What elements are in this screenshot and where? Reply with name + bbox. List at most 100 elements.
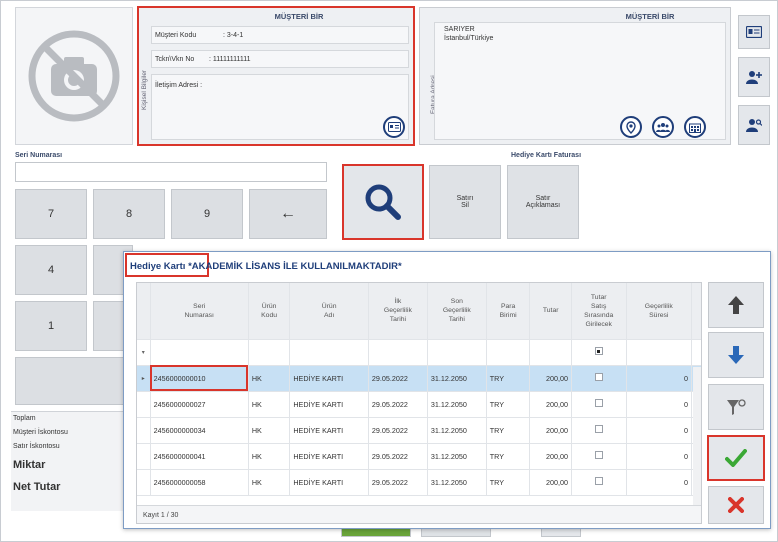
move-down-button[interactable] (708, 332, 764, 378)
line-note-button[interactable]: Satır Açıklaması (507, 165, 579, 239)
table-row[interactable]: ▸ 2456000000010 HK HEDİYE KARTI 29.05.20… (137, 365, 701, 392)
name-cell[interactable]: HEDİYE KARTI (289, 365, 369, 392)
name-cell[interactable]: HEDİYE KARTI (289, 469, 369, 496)
code-cell[interactable]: HK (248, 391, 291, 418)
customer-tax-value: : 11111111111 (209, 56, 251, 63)
filter-icon (727, 399, 746, 415)
key-blank-c[interactable] (15, 357, 133, 405)
filter-button[interactable] (708, 384, 764, 430)
serial-cell[interactable]: 2456000000027 (150, 391, 249, 418)
currency-cell[interactable]: TRY (486, 391, 531, 418)
serial-cell[interactable]: 2456000000034 (150, 417, 249, 444)
move-up-button[interactable] (708, 282, 764, 328)
end-cell[interactable]: 31.12.2050 (427, 365, 487, 392)
serial-label: Seri Numarası (15, 152, 63, 159)
add-customer-button[interactable] (738, 57, 770, 97)
currency-cell[interactable]: TRY (486, 469, 531, 496)
name-cell[interactable]: HEDİYE KARTI (289, 417, 369, 444)
amount-cell[interactable]: 200,00 (529, 417, 572, 444)
record-counter: Kayıt 1 / 30 (143, 512, 179, 519)
name-cell[interactable]: HEDİYE KARTI (289, 443, 369, 470)
validity-cell[interactable]: 0 (626, 417, 693, 444)
serial-cell[interactable]: 2456000000041 (150, 443, 249, 470)
invoice-address-panel: Fatura Adresi MÜŞTERİ BİR SARIYER İstanb… (419, 7, 731, 145)
id-card-button[interactable] (383, 116, 405, 138)
serial-input[interactable] (15, 162, 327, 182)
customer-panel-title: MÜŞTERİ BİR (274, 12, 324, 21)
add-user-icon (746, 71, 762, 84)
col-amount[interactable]: Tutar (529, 283, 572, 340)
key-8[interactable]: 8 (93, 189, 165, 239)
currency-cell[interactable]: TRY (486, 365, 531, 392)
validity-cell[interactable]: 0 (626, 365, 693, 392)
amount-at-sale-checkbox[interactable] (571, 391, 627, 418)
amount-at-sale-checkbox[interactable] (571, 443, 627, 470)
currency-cell[interactable]: TRY (486, 417, 531, 444)
start-cell[interactable]: 29.05.2022 (368, 443, 428, 470)
start-cell[interactable]: 29.05.2022 (368, 469, 428, 496)
code-cell[interactable]: HK (248, 469, 291, 496)
user-search-icon (746, 119, 762, 132)
start-cell[interactable]: 29.05.2022 (368, 391, 428, 418)
amount-at-sale-checkbox[interactable] (571, 469, 627, 496)
end-cell[interactable]: 31.12.2050 (427, 469, 487, 496)
end-cell[interactable]: 31.12.2050 (427, 391, 487, 418)
code-cell[interactable]: HK (248, 417, 291, 444)
validity-cell[interactable]: 0 (626, 443, 693, 470)
col-product-name[interactable]: Ürün Adı (289, 283, 369, 340)
users-button[interactable] (652, 116, 674, 138)
vertical-scrollbar[interactable] (693, 367, 701, 505)
code-cell[interactable]: HK (248, 365, 291, 392)
table-row[interactable]: 2456000000027 HK HEDİYE KARTI 29.05.2022… (137, 391, 701, 418)
table-row[interactable]: 2456000000041 HK HEDİYE KARTI 29.05.2022… (137, 443, 701, 470)
col-amount-at-sale[interactable]: Tutar Satış Sırasında Girilecek (571, 283, 627, 340)
filter-row[interactable]: ▾ (137, 339, 701, 366)
filter-cell[interactable] (150, 339, 249, 366)
col-last-valid[interactable]: Son Geçerlilik Tarihi (427, 283, 487, 340)
table-row[interactable]: 2456000000058 HK HEDİYE KARTI 29.05.2022… (137, 469, 701, 496)
delete-line-button[interactable]: Satırı Sil (429, 165, 501, 239)
end-cell[interactable]: 31.12.2050 (427, 443, 487, 470)
col-currency[interactable]: Para Birimi (486, 283, 531, 340)
key-4[interactable]: 4 (15, 245, 87, 295)
amount-at-sale-checkbox[interactable] (571, 365, 627, 392)
actions-section-title: Hediye Kartı Faturası (511, 152, 582, 159)
amount-at-sale-checkbox[interactable] (571, 417, 627, 444)
table-row[interactable]: 2456000000034 HK HEDİYE KARTI 29.05.2022… (137, 417, 701, 444)
key-1[interactable]: 1 (15, 301, 87, 351)
backspace-key[interactable]: ← (249, 189, 327, 239)
validity-cell[interactable]: 0 (626, 391, 693, 418)
col-first-valid[interactable]: İlk Geçerlilik Tarihi (368, 283, 428, 340)
amount-cell[interactable]: 200,00 (529, 391, 572, 418)
users-icon (656, 123, 670, 132)
currency-cell[interactable]: TRY (486, 443, 531, 470)
validity-cell[interactable]: 0 (626, 469, 693, 496)
col-validity[interactable]: Geçerlilik Süresi (626, 283, 693, 340)
customer-photo (15, 7, 133, 145)
start-cell[interactable]: 29.05.2022 (368, 365, 428, 392)
col-product-code[interactable]: Ürün Kodu (248, 283, 291, 340)
building-button[interactable] (684, 116, 706, 138)
search-customer-button[interactable] (738, 105, 770, 145)
search-button[interactable] (342, 164, 424, 240)
key-9[interactable]: 9 (171, 189, 243, 239)
start-cell[interactable]: 29.05.2022 (368, 417, 428, 444)
end-cell[interactable]: 31.12.2050 (427, 417, 487, 444)
amount-cell[interactable]: 200,00 (529, 443, 572, 470)
amount-cell[interactable]: 200,00 (529, 365, 572, 392)
filter-checkbox[interactable] (571, 339, 627, 366)
serial-cell[interactable]: 2456000000058 (150, 469, 249, 496)
location-button[interactable] (620, 116, 642, 138)
cancel-dialog-button[interactable] (708, 486, 764, 524)
customer-card-button[interactable] (738, 15, 770, 49)
key-7[interactable]: 7 (15, 189, 87, 239)
amount-cell[interactable]: 200,00 (529, 469, 572, 496)
col-serial[interactable]: Seri Numarası (150, 283, 249, 340)
serial-cell-selected[interactable]: 2456000000010 (150, 365, 249, 392)
gift-card-table: Seri Numarası Ürün Kodu Ürün Adı İlk Geç… (137, 283, 701, 496)
code-cell[interactable]: HK (248, 443, 291, 470)
customer-tax-label: Tckn\Vkn No (155, 56, 195, 63)
name-cell[interactable]: HEDİYE KARTI (289, 391, 369, 418)
line-discount-label: Satır İskontosu (13, 443, 60, 450)
confirm-button[interactable] (707, 435, 765, 481)
